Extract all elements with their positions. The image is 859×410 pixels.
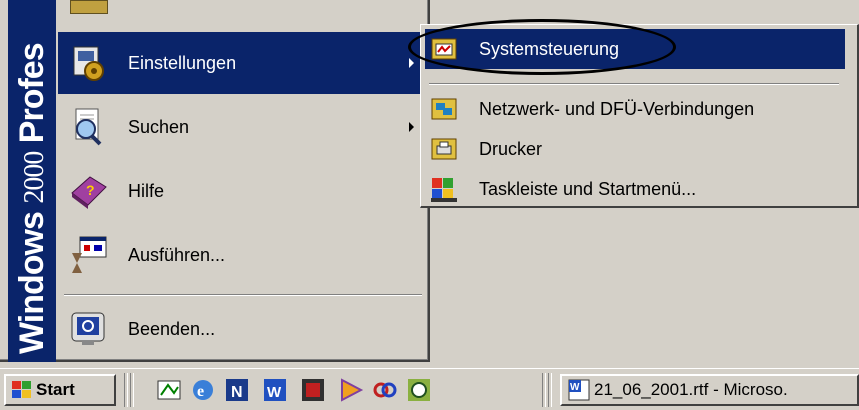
menu-item-label: Hilfe	[128, 180, 165, 201]
toolbar-grip[interactable]	[542, 373, 546, 407]
menu-item-settings[interactable]: Einstellungen	[58, 32, 430, 94]
submenu-arrow-icon	[409, 122, 414, 132]
task-button-document[interactable]: W 21_06_2001.rtf - Microso.	[560, 374, 859, 406]
banner-edition: Profes	[13, 43, 51, 144]
run-icon	[68, 235, 108, 275]
app-icon[interactable]	[300, 377, 326, 403]
menu-item-label: Ausführen...	[128, 244, 226, 265]
search-icon	[68, 107, 108, 147]
n-app-icon[interactable]: N	[224, 377, 250, 403]
submenu-item-taskbar[interactable]: Taskleiste und Startmenü...	[425, 169, 845, 209]
printers-icon	[431, 136, 457, 162]
start-menu: Windows 2000 Profes Einstellungen Suchen…	[0, 0, 430, 362]
submenu-item-network[interactable]: Netzwerk- und DFÜ-Verbindungen	[425, 89, 845, 129]
start-menu-banner: Windows 2000 Profes	[8, 0, 56, 362]
submenu-separator	[429, 83, 839, 85]
menu-item-run[interactable]: Ausführen...	[58, 224, 430, 286]
svg-text:?: ?	[86, 182, 95, 198]
submenu-item-label: Drucker	[479, 138, 543, 159]
menu-item-label: Suchen	[128, 116, 190, 137]
svg-text:W: W	[267, 384, 282, 401]
windows-flag-icon	[10, 380, 34, 400]
network-connections-icon	[431, 96, 457, 122]
start-button[interactable]: Start	[4, 374, 116, 406]
menu-item-help[interactable]: ? Hilfe	[58, 160, 430, 222]
internet-explorer-icon[interactable]: e	[190, 377, 216, 403]
menu-item-partial[interactable]	[58, 0, 430, 24]
banner-version: 2000	[19, 151, 50, 204]
svg-text:W: W	[570, 382, 580, 393]
word-icon[interactable]: W	[262, 377, 288, 403]
word-document-icon: W	[568, 379, 590, 401]
settings-icon	[68, 43, 108, 83]
svg-text:e: e	[197, 383, 204, 400]
taskbar-startmenu-icon	[431, 176, 457, 202]
taskbar: Start e N W W 21_06_2001.rtf - Microso.	[0, 368, 859, 410]
help-book-icon: ?	[68, 171, 108, 211]
start-button-label: Start	[36, 380, 75, 399]
submenu-item-label: Netzwerk- und DFÜ-Verbindungen	[479, 98, 755, 119]
show-desktop-icon[interactable]	[156, 377, 182, 403]
svg-text:N: N	[231, 384, 243, 401]
menu-item-label: Einstellungen	[128, 52, 237, 73]
toolbar-grip[interactable]	[548, 373, 552, 407]
media-player-icon[interactable]	[338, 377, 364, 403]
menu-item-search[interactable]: Suchen	[58, 96, 430, 158]
submenu-item-label: Taskleiste und Startmenü...	[479, 178, 697, 199]
toolbar-grip[interactable]	[130, 373, 134, 407]
menu-separator	[64, 294, 422, 296]
clock-app-icon[interactable]	[406, 377, 432, 403]
submenu-arrow-icon	[409, 58, 414, 68]
toolbar-grip[interactable]	[124, 373, 128, 407]
folder-icon	[70, 0, 108, 14]
menu-item-shutdown[interactable]: Beenden...	[58, 298, 430, 360]
banner-brand: Windows	[13, 212, 51, 354]
submenu-item-printers[interactable]: Drucker	[425, 129, 845, 169]
menu-item-label: Beenden...	[128, 318, 216, 339]
link-icon[interactable]	[372, 377, 398, 403]
highlight-ellipse-annotation	[408, 19, 676, 75]
task-button-label: 21_06_2001.rtf - Microso.	[594, 380, 788, 399]
shutdown-icon	[68, 309, 108, 349]
